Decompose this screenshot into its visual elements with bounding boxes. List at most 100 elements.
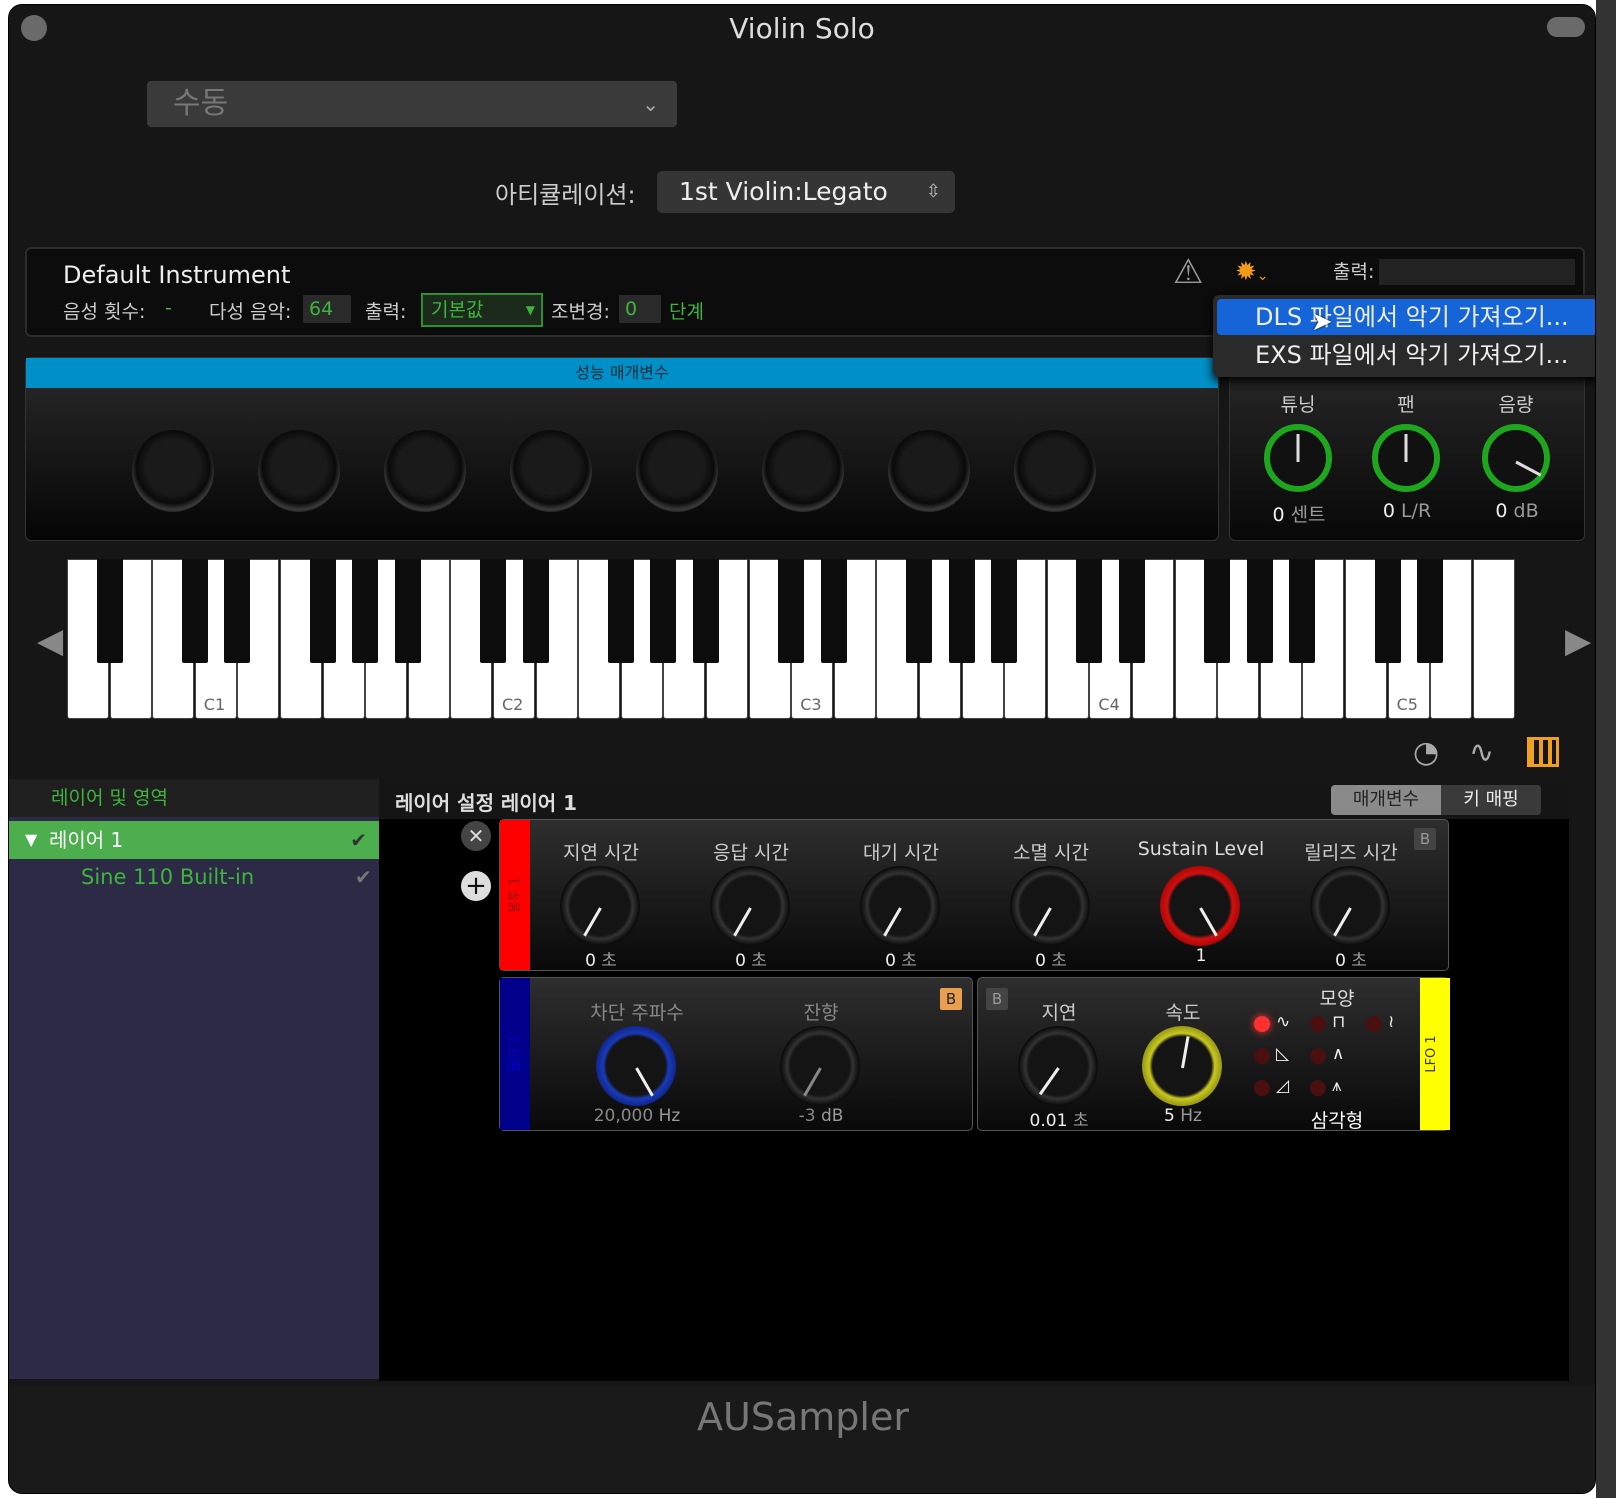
resonance-knob[interactable] — [780, 1026, 860, 1106]
polyphony-field[interactable]: 64 — [303, 295, 351, 323]
checkmark-icon[interactable]: ✔ — [350, 821, 367, 859]
performance-knob[interactable] — [258, 430, 340, 512]
black-key[interactable] — [650, 559, 677, 663]
black-key[interactable] — [224, 559, 251, 663]
disclosure-triangle-icon[interactable]: ▼ — [25, 821, 37, 859]
menu-item-import-exs[interactable]: EXS 파일에서 악기 가져오기... — [1217, 337, 1595, 373]
outputs-label: 출력: — [1333, 261, 1375, 283]
envelope-knob-label: 대기 시간 — [863, 842, 939, 864]
black-key[interactable] — [352, 559, 379, 663]
shape-triangle-led[interactable] — [1254, 1016, 1270, 1032]
performance-knob[interactable] — [132, 430, 214, 512]
sustain-level-knob[interactable] — [1160, 866, 1240, 946]
transpose-label: 조변경: — [551, 301, 610, 323]
black-key[interactable] — [948, 559, 975, 663]
tuning-label: 튜닝 — [1280, 394, 1316, 416]
black-key[interactable] — [1119, 559, 1145, 663]
preset-dropdown[interactable]: 수동 ⌄ — [147, 81, 677, 127]
decay-time-knob[interactable] — [1010, 866, 1090, 946]
envelope-knob-label: 지연 시간 — [563, 842, 639, 864]
black-key[interactable] — [1246, 559, 1273, 663]
black-key[interactable] — [480, 559, 506, 663]
black-key[interactable] — [394, 559, 421, 663]
footer: AUSampler — [9, 1385, 1595, 1493]
checkmark-icon[interactable]: ✔ — [355, 865, 372, 889]
hold-time-knob[interactable] — [860, 866, 940, 946]
black-key[interactable] — [309, 559, 336, 663]
keyboard-view-icon[interactable] — [1527, 737, 1559, 767]
cutoff-knob[interactable] — [596, 1026, 676, 1106]
piano-keyboard[interactable]: C1 C2 C3 C4 C5 — [67, 559, 1555, 723]
envelope-knob-label: 릴리즈 시간 — [1304, 842, 1398, 864]
layer-name: 레이어 1 — [49, 828, 124, 852]
toolbar-toggle-button[interactable] — [1547, 17, 1585, 37]
black-key[interactable] — [1417, 559, 1444, 663]
black-key[interactable] — [1076, 559, 1103, 663]
black-key[interactable] — [1374, 559, 1401, 663]
black-key[interactable] — [96, 559, 123, 663]
remove-module-button[interactable]: ✕ — [461, 821, 491, 851]
release-time-knob[interactable] — [1310, 866, 1390, 946]
performance-knob[interactable] — [1014, 430, 1096, 512]
dropdown-arrow-icon: ▼ — [525, 303, 535, 317]
black-key[interactable] — [991, 559, 1018, 663]
black-key[interactable] — [906, 559, 932, 663]
tuning-value: 0 센트 — [1272, 504, 1326, 526]
layer-row[interactable]: ▼ 레이어 1 ✔ — [9, 821, 379, 859]
cable-view-icon[interactable]: ∿ — [1469, 735, 1494, 770]
warning-icon: ⚠ — [1173, 252, 1204, 292]
shape-sine-led[interactable] — [1366, 1016, 1382, 1032]
add-module-button[interactable]: + — [461, 871, 491, 901]
tuning-knob[interactable] — [1264, 424, 1332, 492]
menu-item-import-dls[interactable]: DLS 파일에서 악기 가져오기... — [1217, 299, 1595, 335]
tab-key-mapping[interactable]: 키 매핑 — [1441, 785, 1541, 815]
black-key[interactable] — [693, 559, 719, 663]
octave-down-arrow-icon[interactable]: ◀ — [37, 621, 63, 661]
performance-knob[interactable] — [888, 430, 970, 512]
pan-knob[interactable] — [1372, 424, 1440, 492]
attack-time-knob[interactable] — [710, 866, 790, 946]
output-select[interactable]: 기본값 ▼ — [421, 293, 543, 327]
shape-random-led[interactable] — [1310, 1048, 1326, 1064]
performance-knob[interactable] — [510, 430, 592, 512]
octave-up-arrow-icon[interactable]: ▶ — [1565, 621, 1591, 661]
shape-noise-led[interactable] — [1310, 1080, 1326, 1096]
output-label: 출력: — [365, 301, 407, 323]
black-key[interactable] — [607, 559, 634, 663]
black-key[interactable] — [778, 559, 805, 663]
octave-label: C3 — [800, 695, 822, 714]
gear-menu-icon[interactable]: ✹⌄ — [1235, 257, 1269, 287]
black-key[interactable] — [522, 559, 549, 663]
chevron-down-icon: ⌄ — [642, 92, 659, 116]
lfo-rate-label: 속도 — [1165, 1002, 1201, 1024]
performance-knob[interactable] — [384, 430, 466, 512]
volume-knob[interactable] — [1482, 424, 1550, 492]
articulation-select[interactable]: 1st Violin:Legato ⇳ — [657, 171, 955, 213]
transpose-field[interactable]: 0 — [619, 295, 661, 323]
shape-square-led[interactable] — [1310, 1016, 1326, 1032]
lfo-rate-knob[interactable] — [1142, 1026, 1222, 1106]
black-key[interactable] — [1204, 559, 1231, 663]
tab-parameters[interactable]: 매개변수 — [1331, 785, 1441, 815]
knob-view-icon[interactable]: ◔ — [1413, 735, 1439, 770]
lfo-shape-label: 모양 — [1319, 988, 1355, 1010]
shape-saw-down-led[interactable] — [1254, 1048, 1270, 1064]
performance-knob[interactable] — [762, 430, 844, 512]
instrument-name: Default Instrument — [63, 261, 291, 289]
envelope-knob-value: 0 초 — [1035, 951, 1067, 971]
lfo-delay-knob[interactable] — [1018, 1026, 1098, 1106]
close-button[interactable] — [21, 15, 47, 41]
delay-time-knob[interactable] — [560, 866, 640, 946]
shape-saw-up-led[interactable] — [1254, 1080, 1270, 1096]
layers-panel: 레이어 및 영역 ▼ 레이어 1 ✔ Sine 110 Built-in ✔ — [9, 779, 379, 1379]
black-key[interactable] — [1289, 559, 1316, 663]
cutoff-label: 차단 주파수 — [590, 1002, 684, 1024]
zone-name[interactable]: Sine 110 Built-in — [81, 865, 254, 889]
volume-label: 음량 — [1498, 394, 1534, 416]
white-key[interactable] — [1472, 559, 1515, 719]
window-title: Violin Solo — [729, 12, 875, 45]
bypass-button[interactable]: B — [940, 988, 962, 1010]
performance-knob[interactable] — [636, 430, 718, 512]
black-key[interactable] — [820, 559, 847, 663]
black-key[interactable] — [181, 559, 208, 663]
